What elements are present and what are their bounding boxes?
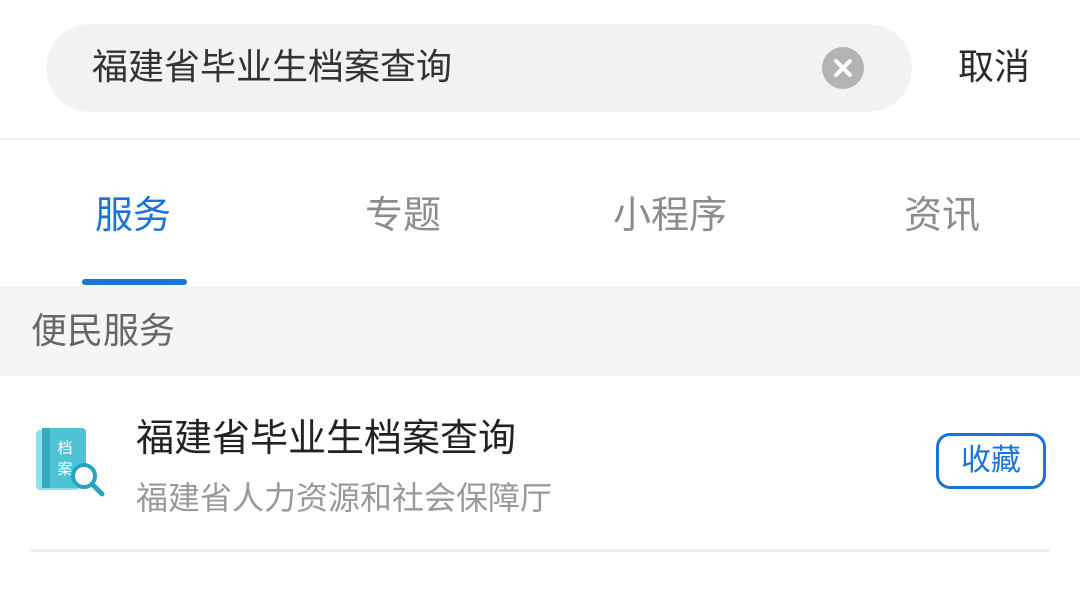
search-header: 福建省毕业生档案查询 取消 [0,0,1080,138]
icon-label-top: 档 [57,439,72,457]
section-header: 便民服务 [0,286,1080,376]
tab-topics[interactable]: 专题 [365,140,441,286]
result-provider: 福建省人力资源和社会保障厅 [136,479,553,517]
row-divider [31,549,1050,552]
tab-services[interactable]: 服务 [95,140,171,286]
archive-search-icon: 档 案 [36,428,105,497]
tab-news[interactable]: 资讯 [904,140,980,286]
clear-search-button[interactable] [822,47,864,89]
section-title: 便民服务 [31,311,176,352]
cancel-button[interactable]: 取消 [958,24,1038,112]
tab-mini-programs[interactable]: 小程序 [613,140,727,286]
search-input[interactable]: 福建省毕业生档案查询 [46,24,912,112]
search-results-screen: 福建省毕业生档案查询 取消 服务 专题 小程序 资讯 便民服务 档 案 福建省毕… [0,0,1080,608]
search-query-text[interactable]: 福建省毕业生档案查询 [92,24,452,112]
result-tabs: 服务 专题 小程序 资讯 [0,140,1080,286]
result-title[interactable]: 福建省毕业生档案查询 [136,414,516,462]
clear-icon [834,59,852,77]
icon-label-bottom: 案 [57,460,72,478]
active-tab-indicator [82,279,187,285]
list-item[interactable]: 档 案 福建省毕业生档案查询 福建省人力资源和社会保障厅 收藏 [0,376,1080,551]
favorite-button[interactable]: 收藏 [936,433,1046,489]
